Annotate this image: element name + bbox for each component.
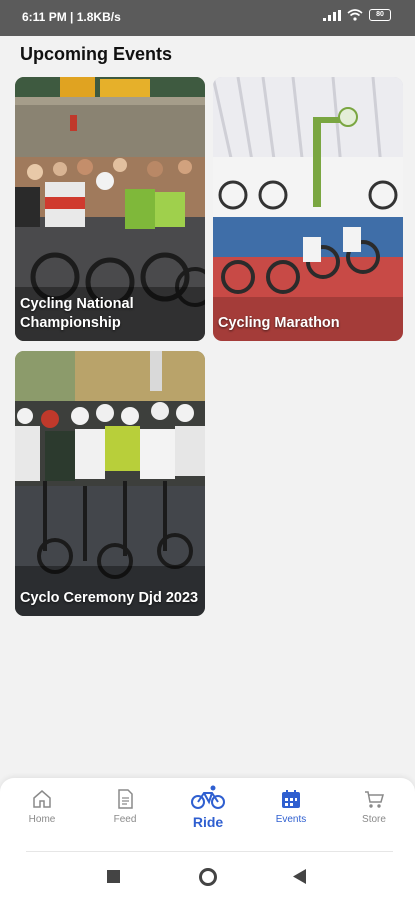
nav-store[interactable]: Store (339, 788, 409, 825)
nav-home[interactable]: Home (7, 788, 77, 825)
home-system-button[interactable] (198, 867, 218, 892)
nav-events-label: Events (275, 814, 307, 825)
calendar-icon (282, 790, 300, 808)
nav-feed-label: Feed (113, 814, 137, 825)
event-title: Cycling National Championship (20, 296, 134, 331)
battery-icon: 80 (369, 9, 391, 21)
event-image (15, 351, 205, 616)
back-button[interactable] (293, 869, 307, 889)
page-title: Upcoming Events (20, 44, 173, 64)
feed-icon (118, 789, 133, 809)
event-card[interactable]: Cycling National Championship (15, 77, 205, 341)
home-icon (33, 790, 51, 808)
status-bar: 6:11 PM | 1.8KB/s 80 (0, 0, 415, 36)
back-triangle-icon (293, 869, 306, 884)
event-title: Cycling Marathon (218, 315, 340, 331)
recent-apps-button[interactable] (107, 870, 120, 888)
event-card[interactable]: Cycling Marathon (213, 77, 403, 341)
nav-home-label: Home (28, 814, 56, 825)
status-time: 6:11 PM | 1.8KB/s (22, 10, 121, 24)
system-nav (0, 864, 415, 894)
nav-ride-label: Ride (192, 814, 224, 830)
circle-icon (199, 868, 217, 886)
event-card[interactable]: Cyclo Ceremony Djd 2023 (15, 351, 205, 616)
event-title: Cyclo Ceremony Djd 2023 (20, 590, 199, 606)
nav-feed[interactable]: Feed (90, 788, 160, 825)
nav-store-label: Store (362, 814, 386, 825)
nav-events[interactable]: Events (256, 788, 326, 825)
bottom-nav: Home Feed Ride Events Store (0, 778, 415, 900)
wifi-icon (347, 9, 363, 21)
status-icons: 80 (323, 9, 391, 21)
signal-icon (323, 9, 341, 21)
divider (26, 851, 393, 852)
bicycle-icon (191, 785, 225, 809)
square-icon (107, 870, 120, 883)
event-image (213, 77, 403, 341)
nav-ride[interactable]: Ride (173, 784, 243, 830)
cart-icon (365, 791, 384, 808)
